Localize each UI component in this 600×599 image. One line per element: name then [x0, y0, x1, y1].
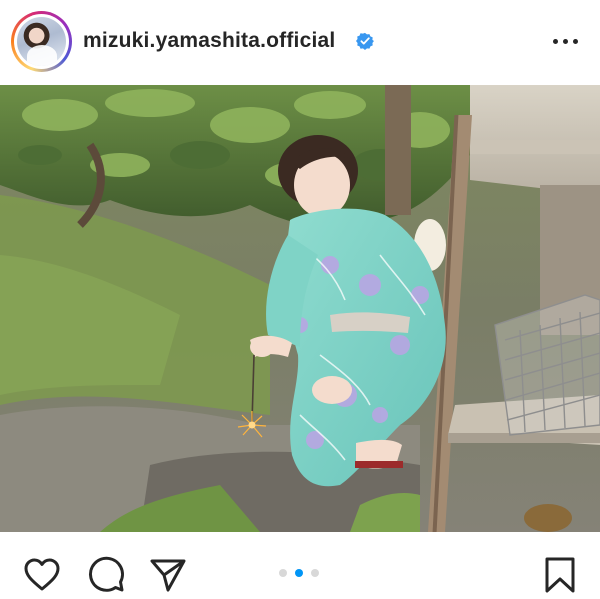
carousel-dot — [279, 569, 287, 577]
profile-avatar[interactable] — [11, 11, 72, 72]
comment-icon[interactable] — [86, 555, 126, 595]
bookmark-icon[interactable] — [540, 555, 580, 595]
avatar-image — [17, 17, 66, 66]
carousel-dot — [311, 569, 319, 577]
send-icon[interactable] — [148, 555, 188, 595]
heart-icon[interactable] — [22, 555, 62, 595]
carousel-dot-active — [295, 569, 303, 577]
post-photo[interactable] — [0, 85, 600, 532]
avatar-border — [14, 14, 69, 69]
photo-illustration — [0, 85, 600, 532]
carousel-indicator — [279, 569, 323, 579]
post-action-bar — [0, 533, 600, 599]
post-header: mizuki.yamashita.official — [0, 0, 600, 84]
more-options-icon[interactable] — [553, 30, 579, 52]
username[interactable]: mizuki.yamashita.official — [83, 29, 335, 53]
verified-badge-icon — [356, 32, 374, 50]
